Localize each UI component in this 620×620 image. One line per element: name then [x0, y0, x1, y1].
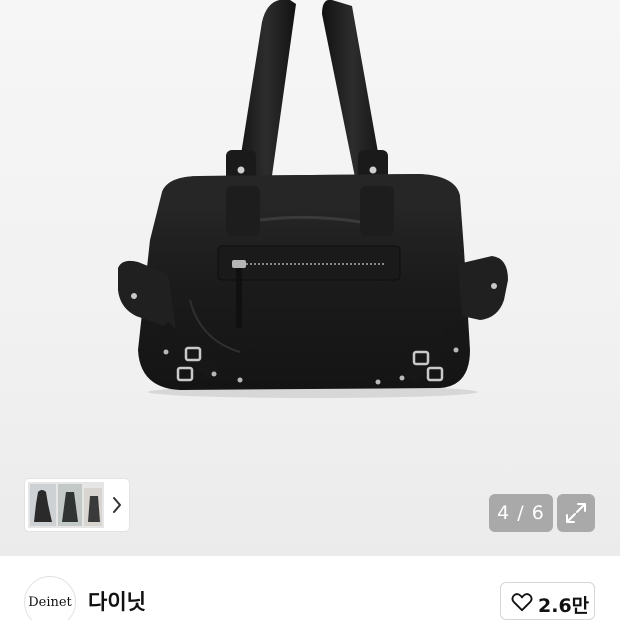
image-counter: 4 / 6: [489, 494, 553, 532]
product-image-viewer[interactable]: 4 / 6: [0, 0, 620, 556]
thumbnail-strip[interactable]: [25, 479, 129, 531]
expand-button[interactable]: [557, 494, 595, 532]
expand-arrows-icon: [566, 503, 586, 523]
thumbnail-preview-images[interactable]: [28, 482, 104, 528]
brand-logo[interactable]: Deinet: [24, 576, 76, 620]
like-button[interactable]: 2.6만: [500, 582, 595, 620]
heart-outline-icon: [511, 593, 533, 612]
product-photo-black-shoulder-bag: [118, 0, 508, 398]
brand-name[interactable]: 다이닛: [88, 586, 146, 616]
chevron-right-icon[interactable]: [111, 495, 123, 515]
like-count: 2.6만: [538, 595, 590, 617]
brand-bar: Deinet 다이닛 2.6만: [0, 556, 620, 620]
